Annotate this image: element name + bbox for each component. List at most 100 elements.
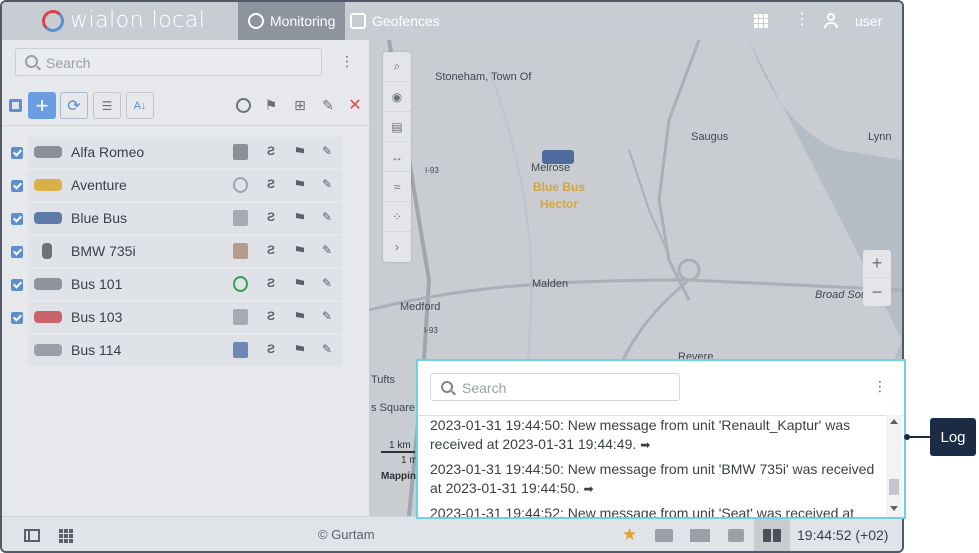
copyright: © Gurtam <box>318 527 375 542</box>
wrench-icon[interactable]: ✎ <box>322 144 332 158</box>
list-item[interactable]: Bus 101 Ƨ ✎ <box>2 268 369 301</box>
list-item[interactable]: Aventure Ƨ ✎ <box>2 169 369 202</box>
trip-icon[interactable]: Ƨ <box>267 144 275 158</box>
unit-search-input[interactable] <box>46 54 306 72</box>
car-icon <box>34 179 62 191</box>
log-toggle-button[interactable] <box>754 517 790 551</box>
logo[interactable]: wialon local <box>42 8 205 33</box>
driver-wheel-icon[interactable] <box>234 96 252 114</box>
list-item[interactable]: Alfa Romeo Ƨ ✎ <box>2 136 369 169</box>
unit-name: Blue Bus <box>71 210 128 226</box>
log-panel-icon <box>763 529 781 542</box>
close-icon[interactable]: ✕ <box>346 96 364 114</box>
ruler-icon[interactable]: ↔ <box>383 142 411 172</box>
go-to-arrow-icon[interactable]: ➡ <box>583 482 593 496</box>
unit-checkbox[interactable] <box>11 213 23 225</box>
units-menu-kebab-icon[interactable]: ⋮ <box>340 53 354 70</box>
waypoints-icon[interactable]: ⁘ <box>383 202 411 232</box>
list-item[interactable]: BMW 735i Ƨ ✎ <box>2 235 369 268</box>
wrench-icon[interactable]: ✎ <box>322 243 332 257</box>
wrench-icon[interactable]: ✎ <box>322 177 332 191</box>
add-unit-button[interactable]: + <box>28 92 56 119</box>
list-item[interactable]: Bus 103 Ƨ ✎ <box>2 301 369 334</box>
refresh-button[interactable]: ⟳ <box>60 92 88 119</box>
unit-name: Bus 114 <box>71 342 122 358</box>
map-layers-icon[interactable]: ▤ <box>383 112 411 142</box>
map-label: Medford <box>400 301 441 313</box>
panel-toggle-icon[interactable] <box>24 529 40 542</box>
add-geofence-icon[interactable]: ⊞ <box>291 96 309 114</box>
map-label: I-93 <box>425 166 439 175</box>
driver-photo-icon[interactable] <box>233 210 248 226</box>
scroll-up-icon[interactable] <box>890 419 898 424</box>
driver-photo-icon[interactable] <box>233 144 248 160</box>
checkered-flag-icon[interactable]: ⚑ <box>262 96 280 114</box>
unit-checkbox[interactable] <box>11 312 23 324</box>
user-name[interactable]: user <box>855 13 882 29</box>
list-item[interactable]: Bus 114 Ƨ ✎ <box>2 334 369 367</box>
list-item[interactable]: Blue Bus Ƨ ✎ <box>2 202 369 235</box>
wrench-icon[interactable]: ✎ <box>322 309 332 323</box>
zoom-in-button[interactable]: + <box>863 250 891 278</box>
map-search-icon[interactable]: ⌕ <box>383 52 411 82</box>
driver-photo-icon[interactable] <box>233 309 248 325</box>
notifications-icon[interactable] <box>655 529 673 542</box>
map-label: Saugus <box>691 131 729 143</box>
driver-wheel-icon[interactable] <box>233 177 248 193</box>
map-label: s Square <box>371 402 416 414</box>
top-bar: wialon local Monitoring Geofences ⋮ user <box>2 2 902 40</box>
trip-icon[interactable]: Ƨ <box>267 276 275 290</box>
driver-photo-icon[interactable] <box>233 243 248 259</box>
star-icon[interactable]: ★ <box>622 525 637 544</box>
tree-view-button[interactable]: ☰ <box>93 92 121 119</box>
bus-marker-icon[interactable] <box>542 150 574 164</box>
trip-icon[interactable]: Ƨ <box>267 342 275 356</box>
driver-wheel-icon[interactable] <box>233 276 248 292</box>
unit-checkbox[interactable] <box>11 147 23 159</box>
unit-marker-label[interactable]: Blue Bus Hector <box>533 179 585 213</box>
map-label: Broad Sou <box>815 289 867 301</box>
driver-photo-icon[interactable] <box>233 342 248 358</box>
log-search-input[interactable] <box>462 379 662 397</box>
log-menu-kebab-icon[interactable]: ⋮ <box>873 378 887 395</box>
clock: 19:44:52 (+02) <box>797 527 889 543</box>
trip-icon[interactable]: Ƨ <box>267 177 275 191</box>
trip-icon[interactable]: Ƨ <box>267 309 275 323</box>
trip-icon[interactable]: Ƨ <box>267 210 275 224</box>
sort-button[interactable]: A↓ <box>126 92 154 119</box>
top-menu-kebab-icon[interactable]: ⋮ <box>794 12 810 28</box>
messages-icon[interactable] <box>690 529 710 542</box>
unit-search <box>15 48 322 76</box>
unit-checkbox[interactable] <box>11 246 23 258</box>
log-scrollbar[interactable] <box>886 415 902 517</box>
wrench-icon[interactable]: ✎ <box>322 210 332 224</box>
unit-checkbox[interactable] <box>11 180 23 192</box>
eye-icon[interactable]: ◉ <box>383 82 411 112</box>
apps-grid-icon[interactable] <box>754 14 770 28</box>
expand-chevron-icon[interactable]: › <box>383 232 411 262</box>
route-icon[interactable]: ≈ <box>383 172 411 202</box>
image-icon[interactable] <box>728 529 744 542</box>
bus-icon <box>34 278 62 290</box>
search-icon <box>441 381 453 393</box>
select-all-checkbox[interactable] <box>9 99 22 112</box>
tab-monitoring[interactable]: Monitoring <box>238 2 346 40</box>
apps-grid-icon[interactable] <box>59 529 73 543</box>
user-icon[interactable] <box>824 13 838 29</box>
marker-label-hector: Hector <box>540 197 579 211</box>
callout-label: Log <box>930 418 976 456</box>
go-to-arrow-icon[interactable]: ➡ <box>640 438 650 452</box>
bus-icon <box>34 311 62 323</box>
scroll-thumb[interactable] <box>889 479 899 495</box>
log-search <box>430 373 680 401</box>
logo-mark-icon <box>42 9 64 32</box>
zoom-out-button[interactable]: − <box>863 278 891 306</box>
trip-icon[interactable]: Ƨ <box>267 243 275 257</box>
wrench-icon[interactable]: ✎ <box>322 342 332 356</box>
wrench-icon[interactable]: ✎ <box>319 96 337 114</box>
scroll-down-icon[interactable] <box>890 506 898 511</box>
wrench-icon[interactable]: ✎ <box>322 276 332 290</box>
tab-geofences[interactable]: Geofences <box>340 2 450 40</box>
unit-checkbox[interactable] <box>11 279 23 291</box>
bottom-bar: © Gurtam ★ 19:44:52 (+02) <box>2 516 902 551</box>
